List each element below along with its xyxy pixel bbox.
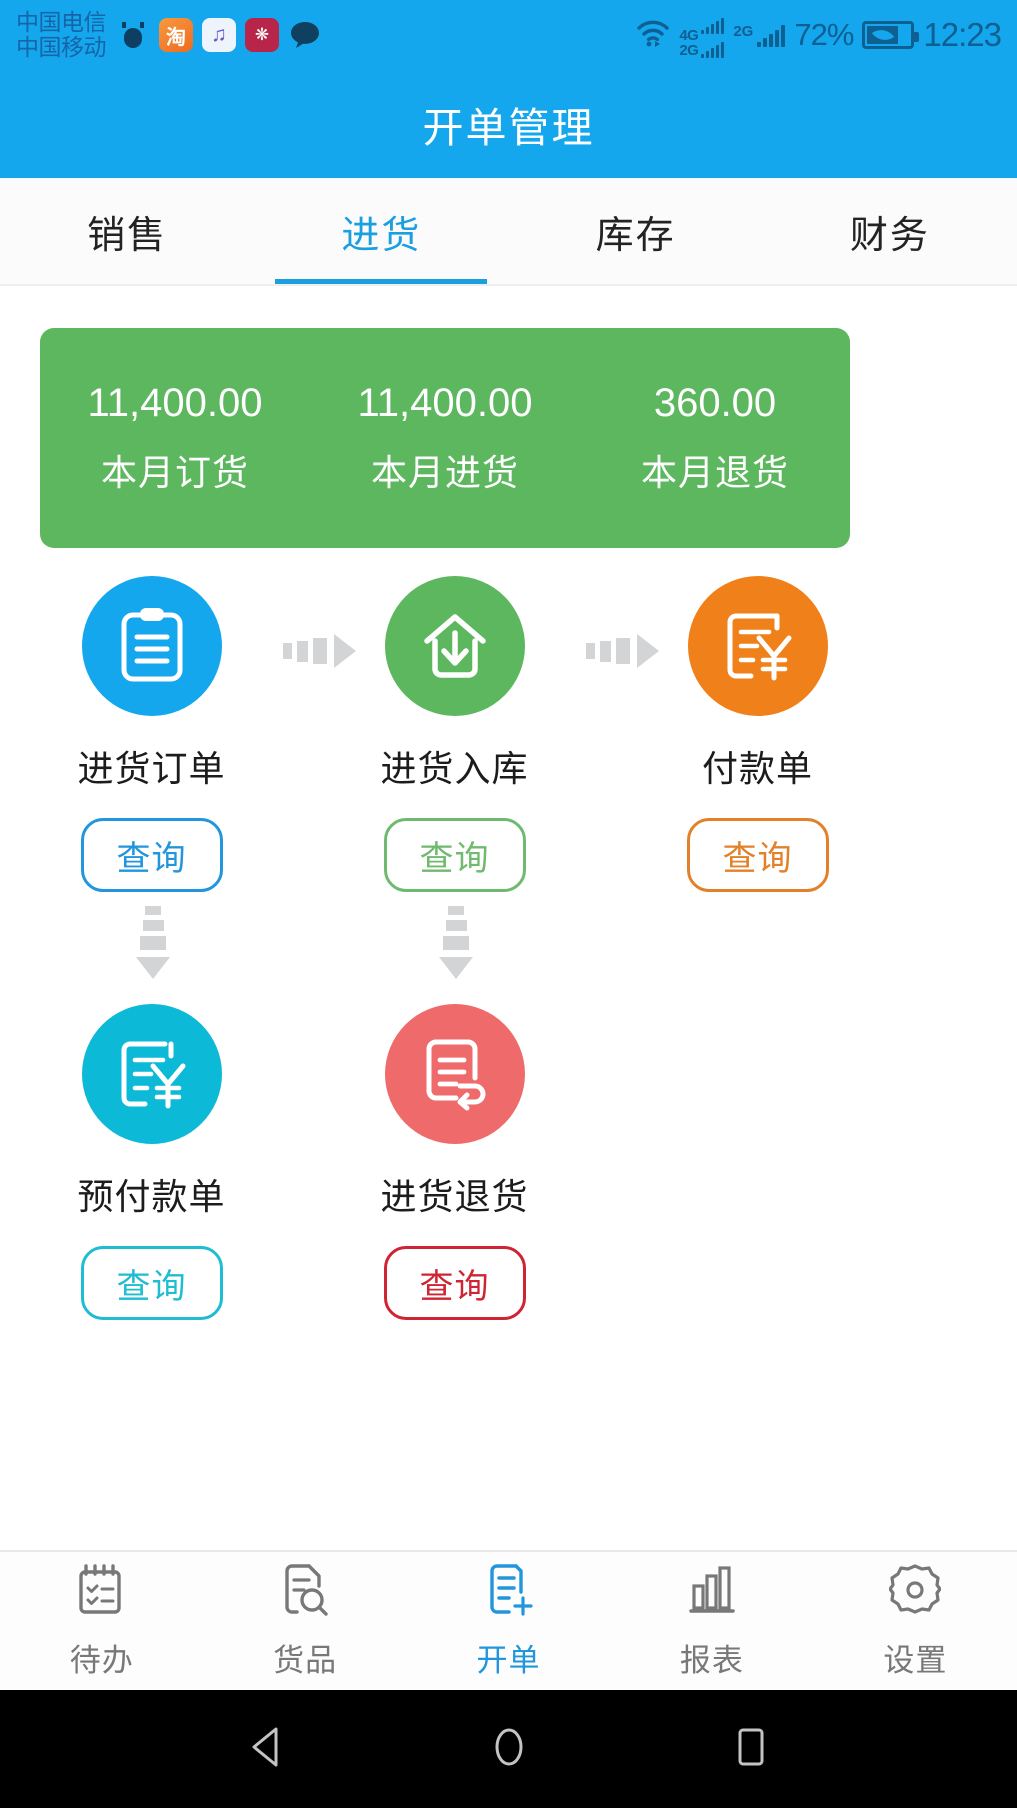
nav-item-goods[interactable]: 货品 [203,1552,406,1690]
query-button-payment-voucher[interactable]: 查询 [686,818,829,892]
flow-connector-arrow-down-1 [136,906,170,979]
summary-label-ordered: 本月订货 [100,451,249,493]
nav-label-settings: 设置 [883,1643,948,1678]
status-bar: 中国电信 中国移动 淘 ♫ ❋ 4G 2G 2G 72% 12:23 [0,0,1017,70]
tab-purchase-label: 进货 [341,214,422,257]
sim2-network-label: 2G [733,22,754,40]
wifi-icon [636,19,670,52]
nav-label-billing: 开单 [476,1643,541,1678]
tab-bar: 销售 进货 库存 财务 [0,178,1017,286]
clock: 12:23 [923,16,1002,53]
sim1-signal-indicator: 4G 2G [679,12,725,59]
summary-label-returned: 本月退货 [640,451,789,493]
taobao-icon: 淘 [159,18,193,52]
android-system-nav [0,1690,1017,1808]
sim2-bars [757,24,786,47]
app-header: 开单管理 [0,70,1017,178]
tab-sales-label: 销售 [87,214,168,257]
summary-cell-returned: 360.00 本月退货 [580,381,850,496]
status-bar-right: 4G 2G 2G 72% 12:23 [636,12,1002,59]
sim1-network-top: 4G [679,27,699,44]
battery-icon [862,21,920,49]
sim1-bars-bottom [701,36,725,58]
invoice-yuan-icon-prepayment [81,1004,222,1144]
summary-value-purchased: 11,400.00 [357,380,533,425]
tab-purchase[interactable]: 进货 [254,178,508,284]
nav-item-todo[interactable]: 待办 [0,1552,203,1690]
sim1-bars-top [701,12,725,34]
home-circle-icon[interactable] [488,1724,530,1775]
summary-card: 11,400.00 本月订货 11,400.00 本月进货 360.00 本月退… [40,328,850,548]
document-plus-icon [483,1562,535,1623]
main-content: 11,400.00 本月订货 11,400.00 本月进货 360.00 本月退… [0,286,1017,1550]
flow-connector-arrow-down-2 [439,906,473,979]
tab-finance[interactable]: 财务 [763,178,1017,284]
nav-item-settings[interactable]: 设置 [814,1552,1017,1690]
summary-cell-purchased: 11,400.00 本月进货 [310,381,580,496]
nav-label-reports: 报表 [679,1643,744,1678]
nav-label-goods: 货品 [273,1643,338,1678]
sim1-network-bottom: 2G [679,42,699,59]
summary-value-returned: 360.00 [653,380,777,425]
document-return-icon [384,1004,525,1144]
flow-item-payment-voucher[interactable]: 付款单 查询 [606,576,909,892]
flow-row-2: 预付款单 查询 进货退货 查询 [0,1004,1017,1320]
query-button-purchase-order[interactable]: 查询 [80,818,223,892]
query-button-purchase-return[interactable]: 查询 [383,1246,526,1320]
nav-item-billing[interactable]: 开单 [407,1552,610,1690]
document-search-icon [279,1562,331,1623]
clipboard-list-icon [81,576,222,716]
flow-item-purchase-inbound[interactable]: 进货入库 查询 [303,576,606,892]
flow-label-purchase-return: 进货退货 [380,1176,529,1217]
flow-label-purchase-inbound: 进货入库 [380,748,529,789]
tab-inventory-label: 库存 [595,214,676,257]
notification-icons: 淘 ♫ ❋ [116,18,322,52]
battery-percent: 72% [794,17,854,52]
carrier-label-1: 中国电信 [16,9,107,36]
flow-label-payment-voucher: 付款单 [701,748,813,789]
flow-label-prepayment-voucher: 预付款单 [77,1176,226,1217]
flow-item-purchase-return[interactable]: 进货退货 查询 [303,1004,606,1320]
nav-label-todo: 待办 [69,1643,134,1678]
huawei-icon: ❋ [245,18,279,52]
flow-label-purchase-order: 进货订单 [77,748,226,789]
flow-item-purchase-order[interactable]: 进货订单 查询 [0,576,303,892]
tab-inventory[interactable]: 库存 [509,178,763,284]
status-bar-left: 中国电信 中国移动 淘 ♫ ❋ [16,10,322,60]
flow-vertical-connectors [0,892,1017,1004]
page-title: 开单管理 [422,105,595,151]
warehouse-inbound-icon [384,576,525,716]
calendar-checklist-icon [76,1562,128,1623]
flow-item-prepayment-voucher[interactable]: 预付款单 查询 [0,1004,303,1320]
bottom-nav-bar: 待办 货品 开单 报表 设置 [0,1550,1017,1690]
invoice-yuan-icon [687,576,828,716]
bar-chart-icon [686,1562,738,1623]
tab-sales[interactable]: 销售 [0,178,254,284]
ox-app-icon [116,18,150,52]
query-button-prepayment-voucher[interactable]: 查询 [80,1246,223,1320]
music-icon: ♫ [202,18,236,52]
flow-empty-cell [606,1004,909,1320]
carrier-labels: 中国电信 中国移动 [16,9,107,60]
gear-icon [888,1562,942,1623]
flow-row-1: 进货订单 查询 进货入库 查询 付款单 查询 [0,576,1017,892]
query-button-purchase-inbound[interactable]: 查询 [383,818,526,892]
sim2-signal-indicator: 2G [733,22,786,47]
nav-item-reports[interactable]: 报表 [610,1552,813,1690]
summary-cell-ordered: 11,400.00 本月订货 [40,381,310,496]
chat-bubble-icon [288,18,322,52]
phone-screen: 中国电信 中国移动 淘 ♫ ❋ 4G 2G 2G 72% 12:23 开单管理 … [0,0,1017,1808]
summary-value-ordered: 11,400.00 [87,380,263,425]
carrier-label-2: 中国移动 [16,34,107,60]
flow-diagram: 进货订单 查询 进货入库 查询 付款单 查询 预付款单 查询 进货退货 查询 [0,576,1017,1320]
sim1-network-labels: 4G 2G [679,27,699,59]
recents-square-icon[interactable] [730,1724,772,1775]
summary-label-purchased: 本月进货 [370,451,519,493]
back-triangle-icon[interactable] [246,1724,288,1775]
tab-finance-label: 财务 [849,214,930,257]
